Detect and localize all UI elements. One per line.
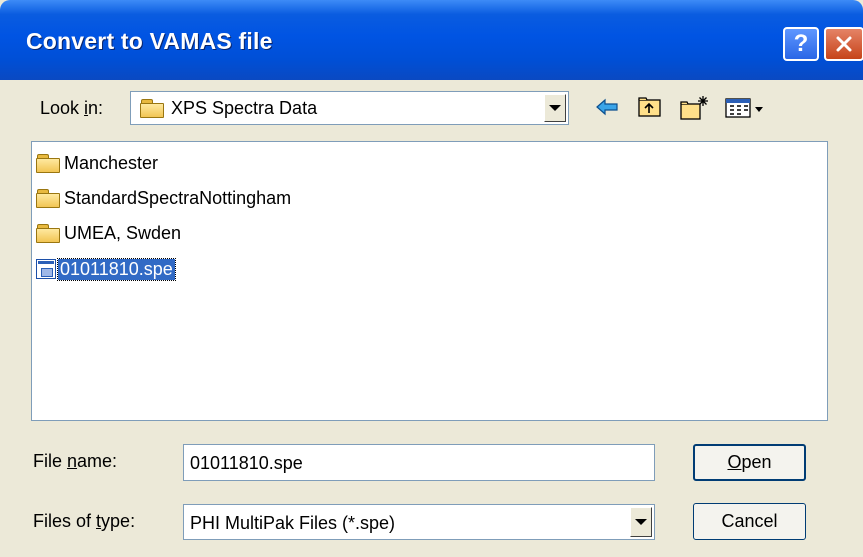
look-in-dropdown-arrow[interactable] (544, 94, 566, 122)
file-type-dropdown-arrow[interactable] (630, 507, 652, 537)
help-button[interactable]: ? (783, 27, 819, 61)
close-icon (836, 36, 852, 52)
file-type-dropdown[interactable]: PHI MultiPak Files (*.spe) (183, 504, 655, 540)
spe-file-icon (36, 259, 56, 279)
view-menu-button[interactable] (724, 94, 768, 122)
file-name-value: 01011810.spe (190, 453, 303, 473)
list-item-file[interactable]: 01011810.spe (36, 256, 176, 282)
new-folder-icon (680, 96, 708, 120)
folder-icon (36, 189, 60, 208)
new-folder-button[interactable] (680, 94, 710, 122)
look-in-label: Look in: (40, 98, 104, 118)
back-arrow-icon (596, 98, 618, 116)
chevron-down-icon (635, 519, 647, 525)
up-folder-icon (638, 97, 661, 117)
chevron-down-icon (549, 105, 561, 111)
open-button-label: Open (727, 452, 772, 472)
file-dialog: Convert to VAMAS file ? Look in: XPS Spe… (0, 0, 863, 557)
window-title: Convert to VAMAS file (26, 28, 273, 54)
up-one-level-button[interactable] (637, 94, 663, 120)
list-item-folder[interactable]: StandardSpectraNottingham (36, 185, 293, 211)
help-icon: ? (793, 30, 809, 57)
file-list[interactable]: Manchester StandardSpectraNottingham UME… (31, 141, 828, 421)
look-in-value: XPS Spectra Data (171, 98, 318, 118)
folder-icon (36, 224, 60, 243)
list-item-folder[interactable]: UMEA, Swden (36, 220, 183, 246)
open-button[interactable]: Open (693, 444, 806, 481)
view-menu-icon (725, 98, 763, 118)
file-type-label: Files of type: (33, 511, 136, 531)
folder-icon (140, 99, 164, 118)
cancel-button[interactable]: Cancel (693, 503, 806, 540)
back-button[interactable] (594, 94, 620, 120)
folder-icon (36, 154, 60, 173)
close-button[interactable] (824, 27, 863, 61)
list-item-folder[interactable]: Manchester (36, 150, 160, 176)
title-bar[interactable]: Convert to VAMAS file ? (0, 0, 863, 80)
look-in-dropdown[interactable]: XPS Spectra Data (130, 91, 569, 125)
file-name-label: File name: (33, 451, 118, 471)
file-name-input[interactable]: 01011810.spe (183, 444, 655, 481)
file-type-value: PHI MultiPak Files (*.spe) (190, 513, 396, 533)
